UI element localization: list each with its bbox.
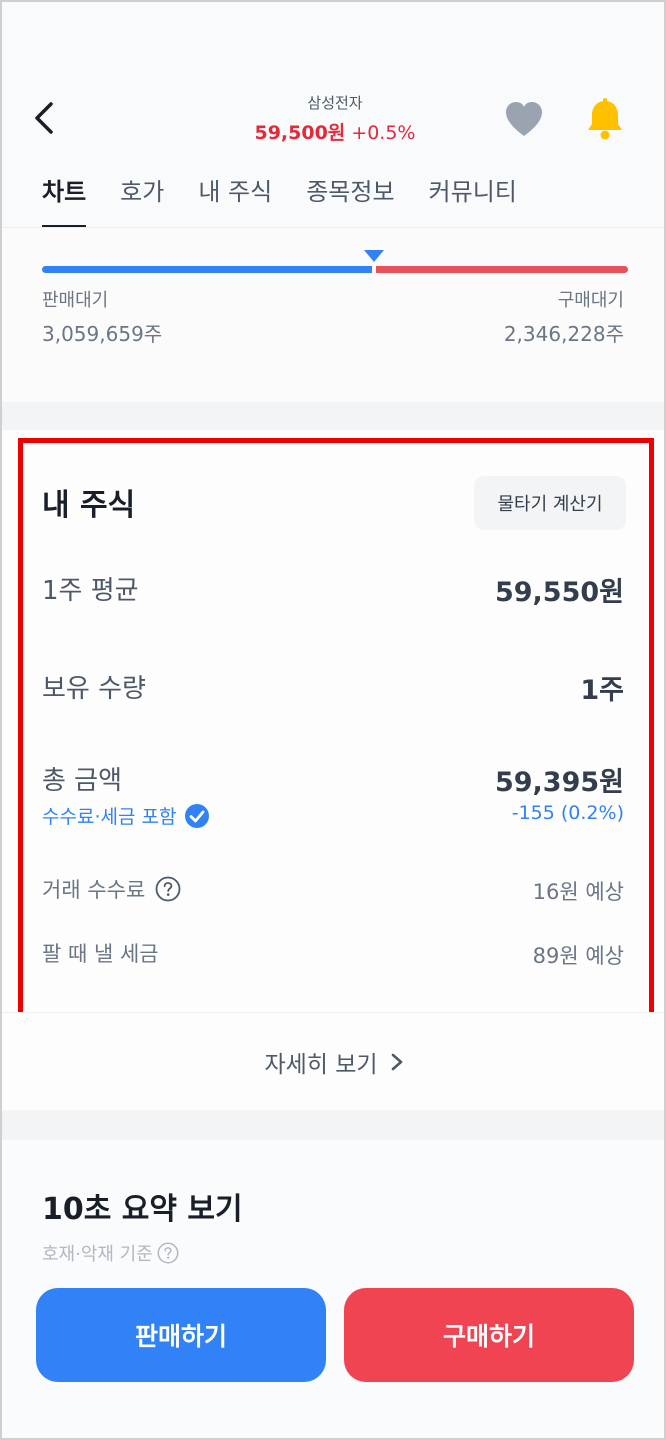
sell-waiting-bar <box>42 266 372 273</box>
ratio-marker-icon <box>364 250 384 262</box>
bell-icon <box>588 98 622 140</box>
tab-community[interactable]: 커뮤니티 <box>429 172 517 228</box>
order-book-ratio: 판매대기 3,059,659주 구매대기 2,346,228주 <box>2 228 664 404</box>
chevron-right-icon <box>391 1053 402 1071</box>
tab-orderbook[interactable]: 호가 <box>120 172 164 228</box>
alarm-button[interactable] <box>582 96 628 142</box>
price-change: +0.5% <box>351 122 416 144</box>
buy-waiting-qty: 2,346,228주 <box>503 322 624 346</box>
stock-name: 삼성전자 <box>307 94 363 112</box>
view-details-link[interactable]: 자세히 보기 <box>2 1045 664 1079</box>
app-screen: 삼성전자 59,500원+0.5% 차트 호가 내 주식 종목정보 커뮤니티 <box>0 0 666 1440</box>
favorite-button[interactable] <box>502 98 546 142</box>
section-gap <box>2 402 664 430</box>
question-circle-icon[interactable] <box>157 1242 179 1264</box>
stock-header: 삼성전자 59,500원 +0.5% 차트 호가 내 주식 종목정보 커뮤니티 <box>2 80 664 228</box>
view-details-label: 자세히 보기 <box>264 1052 378 1078</box>
price-line: 59,500원 +0.5% <box>2 118 664 145</box>
tab-bar: 차트 호가 내 주식 종목정보 커뮤니티 <box>42 172 551 228</box>
tab-chart[interactable]: 차트 <box>42 172 87 228</box>
detail-section: 자세히 보기 <box>2 1012 664 1110</box>
tab-stock-info[interactable]: 종목정보 <box>306 172 394 228</box>
heart-icon <box>506 102 542 136</box>
highlight-box <box>18 438 654 1022</box>
buy-waiting-label: 구매대기 <box>557 290 624 311</box>
current-price: 59,500원 <box>254 122 346 144</box>
tab-my-stock[interactable]: 내 주식 <box>198 172 272 228</box>
buy-waiting-bar <box>376 266 628 273</box>
sell-waiting-label: 판매대기 <box>42 290 109 311</box>
sell-button[interactable]: 판매하기 <box>36 1288 326 1382</box>
summary-title: 10초 요약 보기 <box>42 1192 243 1227</box>
sell-waiting-qty: 3,059,659주 <box>42 322 163 346</box>
summary-subtitle-text: 호재·악재 기준 <box>42 1244 153 1265</box>
summary-subtitle: 호재·악재 기준 <box>42 1240 179 1266</box>
section-gap <box>2 1110 664 1140</box>
buy-button[interactable]: 구매하기 <box>344 1288 634 1382</box>
